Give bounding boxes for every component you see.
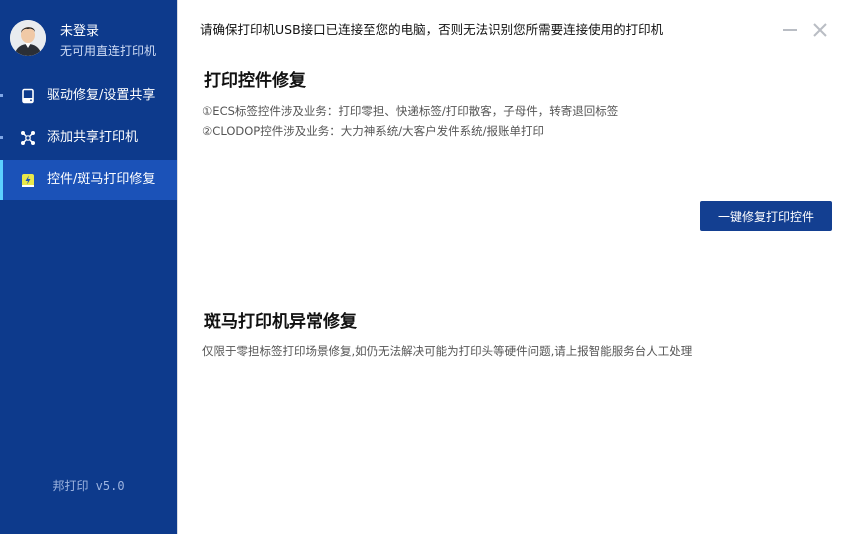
version-label: 邦打印 v5.0 (52, 479, 125, 493)
section-title-zebra-repair: 斑马打印机异常修复 (204, 312, 357, 332)
nav-marker (0, 136, 3, 139)
sidebar-item-label: 控件/斑马打印修复 (47, 172, 156, 187)
main-panel: 请确保打印机USB接口已连接至您的电脑，否则无法识别您所需要连接使用的打印机 打… (177, 0, 848, 534)
nav-marker (0, 94, 3, 97)
sidebar-item-label: 驱动修复/设置共享 (47, 88, 156, 103)
user-name[interactable]: 未登录 (60, 24, 99, 40)
repair-control-button[interactable]: 一键修复打印控件 (700, 201, 832, 231)
user-panel[interactable]: 未登录 无可用直连打印机 (0, 0, 177, 66)
minimize-icon[interactable] (781, 21, 799, 39)
user-status: 无可用直连打印机 (60, 44, 157, 58)
section-desc-line: 仅限于零担标签打印场景修复,如仍无法解决可能为打印头等硬件问题,请上报智能服务台… (202, 344, 693, 358)
network-icon (20, 130, 36, 146)
section-desc-line: ②CLODOP控件涉及业务：大力神系统/大客户发件系统/报账单打印 (202, 124, 544, 138)
sidebar-item-label: 添加共享打印机 (47, 130, 139, 145)
avatar[interactable] (10, 20, 46, 56)
sidebar: 未登录 无可用直连打印机 驱动修复/设置共享 添加共享打印机 控件/斑马打印修复… (0, 0, 177, 534)
sidebar-item-add-shared-printer[interactable]: 添加共享打印机 (0, 118, 177, 158)
sidebar-item-control-repair[interactable]: 控件/斑马打印修复 (0, 160, 177, 200)
section-desc-line: ①ECS标签控件涉及业务：打印零担、快递标签/打印散客，子母件，转寄退回标签 (202, 104, 619, 118)
usb-notice: 请确保打印机USB接口已连接至您的电脑，否则无法识别您所需要连接使用的打印机 (200, 22, 664, 37)
sidebar-item-driver-repair[interactable]: 驱动修复/设置共享 (0, 76, 177, 116)
drive-icon (20, 88, 36, 104)
close-icon[interactable] (811, 21, 829, 39)
section-title-control-repair: 打印控件修复 (204, 71, 306, 91)
repair-icon (20, 172, 36, 188)
